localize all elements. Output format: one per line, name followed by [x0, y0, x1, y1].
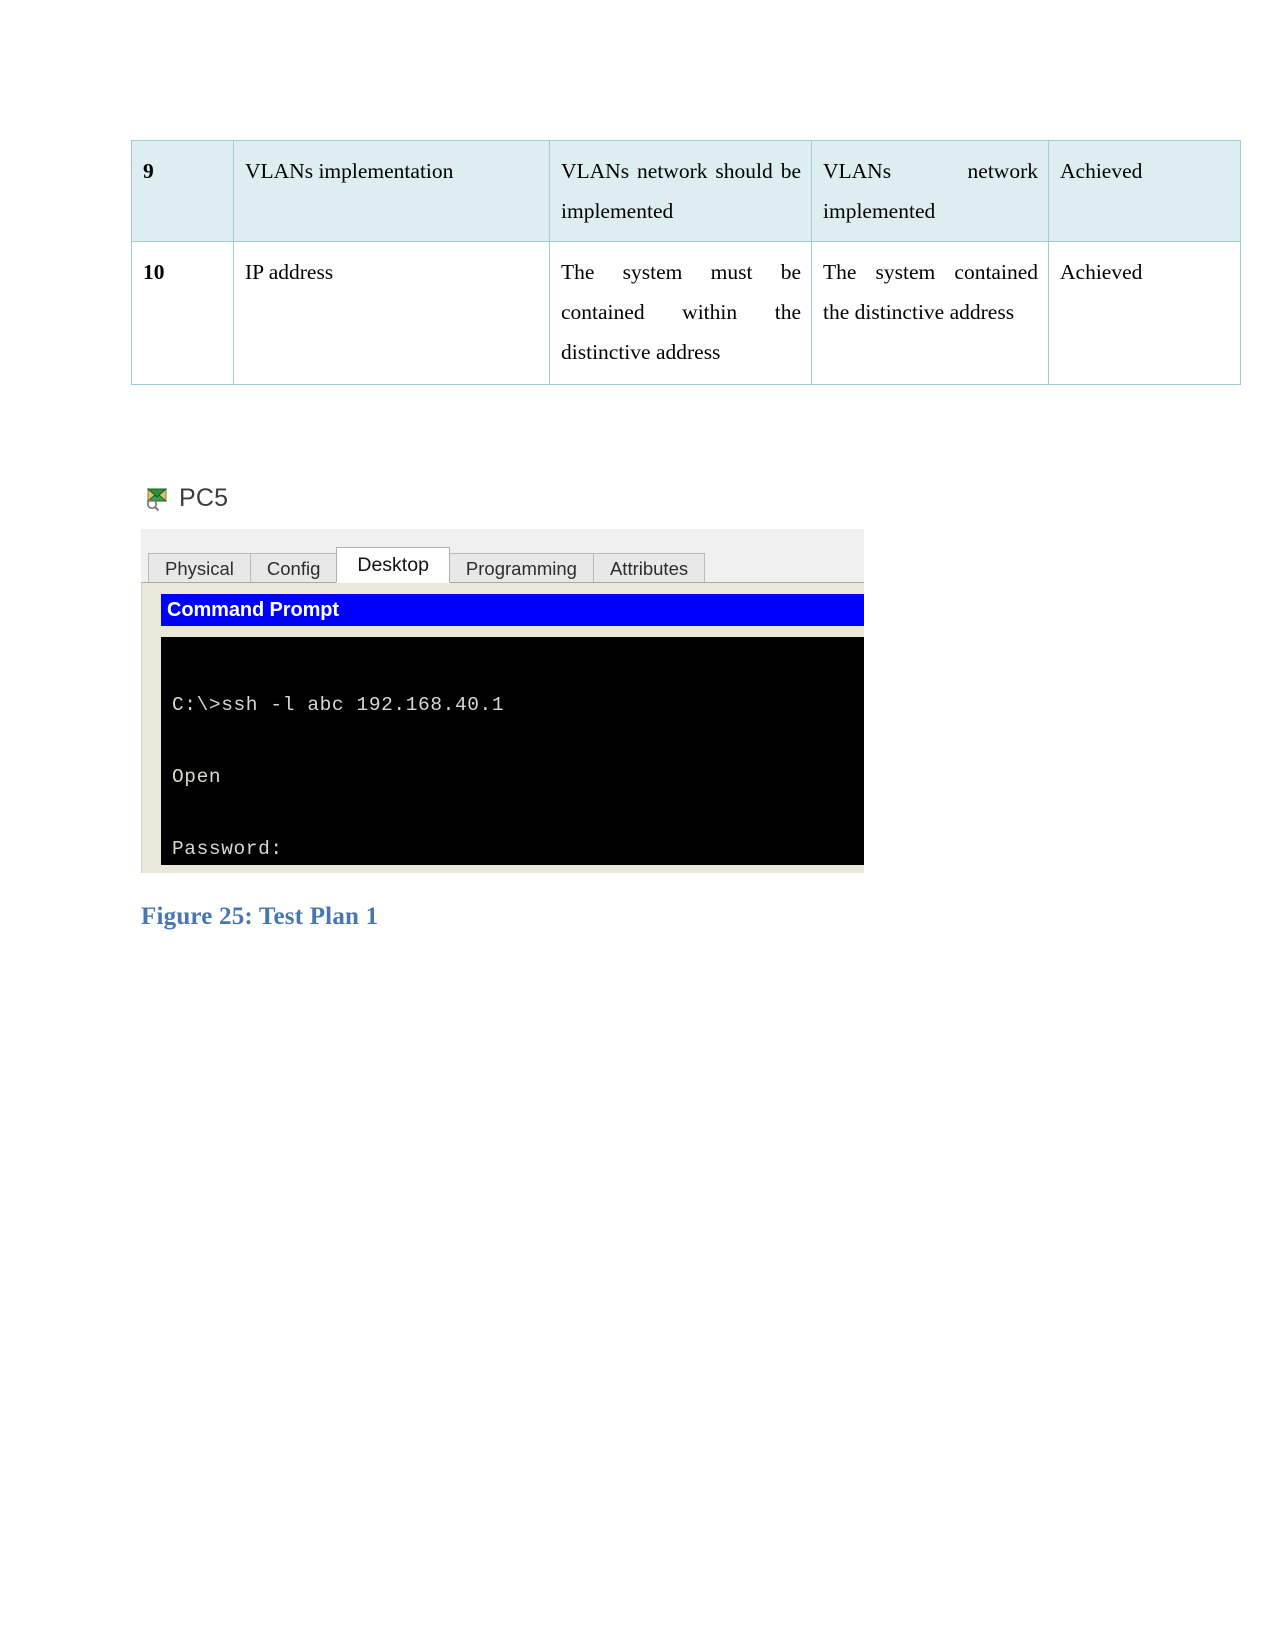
test-plan-table: 9 VLANs implementation VLANs network sho…	[131, 140, 1241, 385]
command-prompt-titlebar: Command Prompt	[161, 594, 864, 626]
tab-attributes[interactable]: Attributes	[592, 553, 706, 583]
terminal-line: Open	[172, 766, 222, 788]
cell-number: 9	[131, 140, 234, 242]
device-heading: PC5	[144, 484, 228, 513]
cell-item: VLANs implementation	[233, 140, 550, 242]
cell-result: Achieved	[1048, 241, 1241, 385]
panel-spacer	[161, 626, 864, 637]
terminal-line: Password:	[172, 838, 283, 860]
table-row: 9 VLANs implementation VLANs network sho…	[131, 140, 1241, 242]
tab-programming[interactable]: Programming	[448, 553, 594, 583]
tab-desktop[interactable]: Desktop	[336, 547, 450, 583]
tab-list: Physical Config Desktop Programming Attr…	[148, 547, 706, 583]
tab-strip: Physical Config Desktop Programming Attr…	[141, 529, 864, 583]
command-prompt-terminal[interactable]: C:\>ssh -l abc 192.168.40.1 Open Passwor…	[161, 637, 864, 865]
cell-item: IP address	[233, 241, 550, 385]
table-body: 9 VLANs implementation VLANs network sho…	[131, 140, 1241, 385]
table-row: 10 IP address The system must be contain…	[131, 241, 1241, 385]
terminal-line: C:\>ssh -l abc 192.168.40.1	[172, 694, 505, 716]
figure-caption: Figure 25: Test Plan 1	[141, 903, 379, 930]
packet-tracer-device-window: Physical Config Desktop Programming Attr…	[141, 529, 864, 873]
desktop-tab-panel: Command Prompt C:\>ssh -l abc 192.168.40…	[141, 583, 864, 873]
packet-tracer-pc-icon	[144, 486, 170, 512]
cell-result: Achieved	[1048, 140, 1241, 242]
cell-actual: The system contained the distinctive add…	[811, 241, 1049, 385]
tab-physical[interactable]: Physical	[148, 553, 251, 583]
cell-expected: The system must be contained within the …	[549, 241, 812, 385]
cell-actual: VLANs network implemented	[811, 140, 1049, 242]
cell-number: 10	[131, 241, 234, 385]
device-name-label: PC5	[179, 484, 229, 512]
cell-expected: VLANs network should be implemented	[549, 140, 812, 242]
tab-config[interactable]: Config	[249, 553, 338, 583]
